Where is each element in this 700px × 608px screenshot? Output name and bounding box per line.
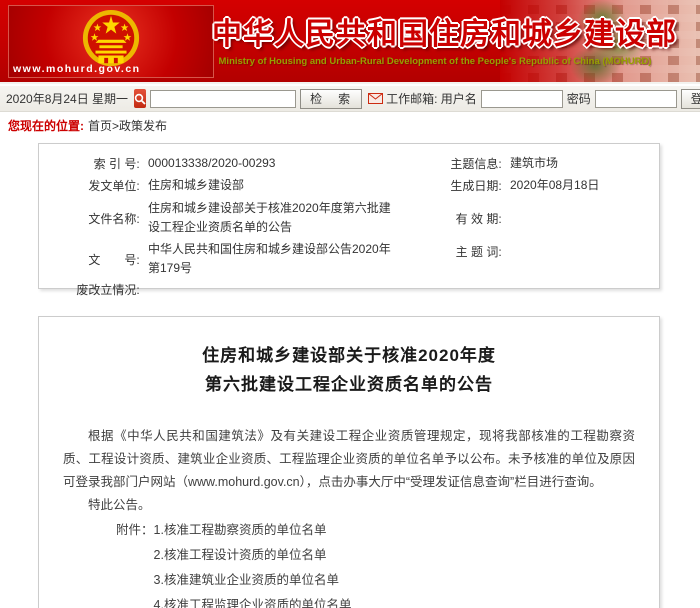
meta-row-document-number: 文 号: 中华人民共和国住房和城乡建设部公告2020年第179号 xyxy=(39,240,401,278)
site-title-english: Ministry of Housing and Urban-Rural Deve… xyxy=(205,56,665,67)
meta-right-column: 主题信息: 建筑市场 生成日期: 2020年08月18日 有 效 期: 主 题 … xyxy=(401,152,659,300)
toolbar: 2020年8月24日 星期一 检 索 工作邮箱: 用户名 密码 登录 设为首页 … xyxy=(0,86,700,112)
breadcrumb: 您现在的位置: 首页>政策发布 xyxy=(0,113,175,138)
attachment-link-1[interactable]: 1.核准工程勘察资质的单位名单 xyxy=(154,518,352,543)
article-card: 住房和城乡建设部关于核准2020年度 第六批建设工程企业资质名单的公告 根据《中… xyxy=(38,316,660,608)
site-title: 中华人民共和国住房和城乡建设部 xyxy=(212,9,664,53)
meta-row-validity: 有 效 期: xyxy=(401,196,659,240)
breadcrumb-home-link[interactable]: 首页 xyxy=(88,119,112,133)
breadcrumb-separator: > xyxy=(112,119,119,133)
password-input[interactable] xyxy=(595,90,677,108)
breadcrumb-section-link[interactable]: 政策发布 xyxy=(119,119,167,133)
password-label: 密码 xyxy=(567,90,591,107)
meta-row-generated-date: 生成日期: 2020年08月18日 xyxy=(401,174,659,196)
attachment-link-3[interactable]: 3.核准建筑业企业资质的单位名单 xyxy=(154,568,352,593)
article-paragraph: 根据《中华人民共和国建筑法》及有关建设工程企业资质管理规定，现将我部核准的工程勘… xyxy=(63,425,635,494)
login-button[interactable]: 登录 xyxy=(681,89,700,109)
meta-row-subject-words: 主 题 词: xyxy=(401,240,659,262)
attachments-label: 附件： xyxy=(116,518,154,608)
search-icon[interactable] xyxy=(134,89,146,108)
document-meta-card: 索 引 号: 000013338/2020-00293 发文单位: 住房和城乡建… xyxy=(38,143,660,289)
attachment-link-4[interactable]: 4.核准工程监理企业资质的单位名单 xyxy=(154,593,352,608)
search-button[interactable]: 检 索 xyxy=(300,89,362,109)
site-header: www.mohurd.gov.cn 中华人民共和国住房和城乡建设部 Minist… xyxy=(0,0,700,84)
meta-row-issuing-unit: 发文单位: 住房和城乡建设部 xyxy=(39,174,401,196)
article-body: 根据《中华人民共和国建筑法》及有关建设工程企业资质管理规定，现将我部核准的工程勘… xyxy=(63,425,635,517)
article-title: 住房和城乡建设部关于核准2020年度 第六批建设工程企业资质名单的公告 xyxy=(63,341,635,399)
meta-left-column: 索 引 号: 000013338/2020-00293 发文单位: 住房和城乡建… xyxy=(39,152,401,300)
page: www.mohurd.gov.cn 中华人民共和国住房和城乡建设部 Minist… xyxy=(0,0,700,608)
emblem-panel: www.mohurd.gov.cn xyxy=(8,5,214,78)
meta-row-repeal-status: 废改立情况: xyxy=(39,278,401,300)
site-url: www.mohurd.gov.cn xyxy=(13,63,141,75)
meta-row-topic-info: 主题信息: 建筑市场 xyxy=(401,152,659,174)
search-input[interactable] xyxy=(150,90,296,108)
mail-username-label: 工作邮箱: 用户名 xyxy=(386,90,477,107)
attachments-block: 附件： 1.核准工程勘察资质的单位名单 2.核准工程设计资质的单位名单 3.核准… xyxy=(116,518,635,608)
attachments-list: 1.核准工程勘察资质的单位名单 2.核准工程设计资质的单位名单 3.核准建筑业企… xyxy=(154,518,352,608)
username-input[interactable] xyxy=(481,90,563,108)
article-closing: 特此公告。 xyxy=(63,494,635,517)
meta-row-document-name: 文件名称: 住房和城乡建设部关于核准2020年度第六批建设工程企业资质名单的公告 xyxy=(39,196,401,240)
meta-row-index-number: 索 引 号: 000013338/2020-00293 xyxy=(39,152,401,174)
mail-icon xyxy=(368,93,383,104)
date-text: 2020年8月24日 星期一 xyxy=(6,90,128,107)
breadcrumb-label: 您现在的位置: xyxy=(8,119,84,133)
attachment-link-2[interactable]: 2.核准工程设计资质的单位名单 xyxy=(154,543,352,568)
